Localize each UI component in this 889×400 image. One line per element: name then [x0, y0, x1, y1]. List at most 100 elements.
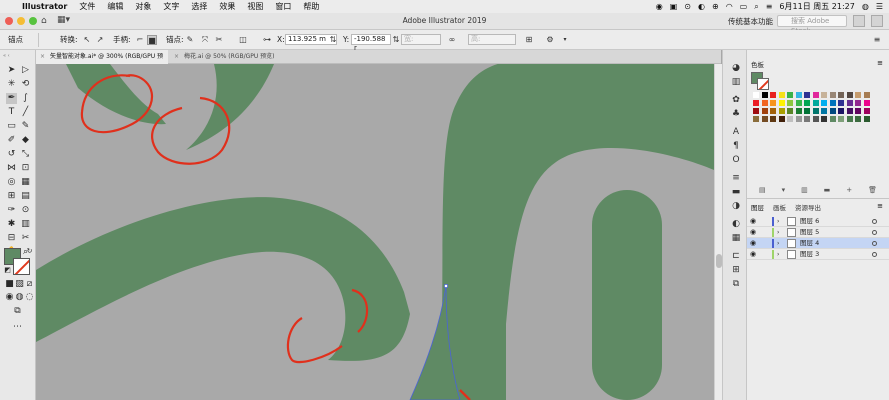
arrange-icon[interactable]: [853, 15, 865, 27]
layer-row[interactable]: ◉ › 图层 3: [747, 249, 889, 260]
opentype-panel-icon[interactable]: O: [730, 154, 742, 166]
slice-tool-icon[interactable]: ✂: [20, 233, 31, 244]
character-panel-icon[interactable]: A: [730, 126, 742, 138]
search-menu-icon[interactable]: ⌕: [754, 2, 758, 12]
status-icon-3[interactable]: ⊙: [684, 2, 691, 11]
transparency-panel-icon[interactable]: ◑: [730, 200, 742, 212]
color-swatch[interactable]: [863, 100, 870, 106]
hide-handles-icon[interactable]: ■: [147, 35, 157, 45]
screen-mode-icon[interactable]: ⧉: [12, 306, 23, 317]
color-swatch[interactable]: [787, 100, 793, 106]
link-icon[interactable]: ∞: [447, 35, 457, 45]
color-swatch[interactable]: [770, 92, 776, 98]
stroke-swatch[interactable]: [13, 258, 30, 275]
pathfinder-panel-icon[interactable]: ⧉: [730, 278, 742, 290]
shape-builder-tool-icon[interactable]: ◎: [6, 177, 17, 188]
column-graph-tool-icon[interactable]: ▥: [20, 219, 31, 230]
color-swatch[interactable]: [846, 100, 853, 106]
perspective-grid-tool-icon[interactable]: ▦: [20, 177, 31, 188]
color-swatch[interactable]: [821, 100, 827, 106]
menu-object[interactable]: 对象: [129, 0, 157, 13]
align-icon[interactable]: ⚙: [545, 35, 555, 45]
status-icon-2[interactable]: ▣: [670, 2, 678, 11]
layer-name[interactable]: 图层 5: [800, 227, 819, 238]
symbols-panel-icon[interactable]: ♣: [730, 108, 742, 120]
color-swatch[interactable]: [761, 92, 768, 98]
color-swatch[interactable]: [812, 108, 819, 114]
gradient-tool-icon[interactable]: ▤: [20, 191, 31, 202]
vertical-scrollbar[interactable]: [714, 64, 722, 400]
color-swatch[interactable]: [829, 116, 836, 122]
color-swatch[interactable]: [795, 108, 802, 114]
menu-select[interactable]: 选择: [185, 0, 213, 13]
visibility-eye-icon[interactable]: ◉: [750, 238, 756, 249]
color-swatch[interactable]: [829, 100, 836, 106]
draw-inside-icon[interactable]: ◌: [24, 292, 35, 303]
color-swatch[interactable]: [812, 100, 819, 106]
direct-selection-tool-icon[interactable]: ▷: [20, 65, 31, 76]
swatch-libraries-icon[interactable]: ▤: [759, 186, 766, 196]
show-handles-icon[interactable]: ⌐: [135, 35, 145, 45]
menu-file[interactable]: 文件: [73, 0, 101, 13]
color-swatch[interactable]: [821, 92, 827, 98]
color-guide-icon[interactable]: ▥: [730, 76, 742, 88]
expand-arrow-icon[interactable]: ›: [777, 249, 779, 260]
status-icon-1[interactable]: ◉: [656, 2, 663, 11]
appearance-panel-icon[interactable]: ◐: [730, 218, 742, 230]
workspace-switcher[interactable]: 传统基本功能: [728, 16, 773, 27]
lasso-tool-icon[interactable]: ⟲: [20, 79, 31, 90]
color-swatch[interactable]: [829, 108, 836, 114]
layer-name[interactable]: 图层 4: [800, 238, 819, 249]
notification-icon[interactable]: ☰: [876, 2, 883, 11]
tab-layers[interactable]: 图层: [751, 202, 764, 212]
color-swatch[interactable]: [795, 100, 802, 106]
type-tool-icon[interactable]: T: [6, 107, 17, 118]
edit-toolbar-icon[interactable]: ⋯: [12, 322, 23, 333]
cut-path-icon[interactable]: ✂: [214, 35, 224, 45]
mesh-tool-icon[interactable]: ⊞: [6, 191, 17, 202]
new-color-group-icon[interactable]: ▬: [824, 186, 831, 196]
color-swatch[interactable]: [753, 100, 759, 106]
menu-view[interactable]: 视图: [241, 0, 269, 13]
paintbrush-tool-icon[interactable]: ✎: [20, 121, 31, 132]
y-stepper-icon[interactable]: ⇅: [391, 35, 401, 45]
stock-search-input[interactable]: 搜索 Adobe Stock: [777, 15, 847, 35]
color-swatch[interactable]: [753, 108, 759, 114]
status-icon-5[interactable]: ⊕: [712, 2, 719, 11]
color-swatch[interactable]: [804, 108, 810, 114]
eyedropper-tool-icon[interactable]: ✑: [6, 205, 17, 216]
free-transform-tool-icon[interactable]: ⊡: [20, 163, 31, 174]
color-swatch[interactable]: [855, 100, 861, 106]
selection-tool-icon[interactable]: ➤: [6, 65, 17, 76]
pen-tool-icon[interactable]: ✒: [6, 93, 17, 104]
y-input[interactable]: -190.588 r: [351, 34, 391, 52]
color-swatch[interactable]: [838, 100, 844, 106]
new-swatch-icon[interactable]: +: [846, 186, 852, 196]
color-swatch[interactable]: [821, 108, 827, 114]
x-stepper-icon[interactable]: ⇅: [328, 35, 338, 45]
graphic-styles-icon[interactable]: ▦: [730, 232, 742, 244]
color-swatch[interactable]: [770, 100, 776, 106]
blend-tool-icon[interactable]: ⊙: [20, 205, 31, 216]
magic-wand-tool-icon[interactable]: ✳: [6, 79, 17, 90]
color-swatch[interactable]: [846, 92, 853, 98]
color-swatch[interactable]: [812, 92, 819, 98]
swap-fill-stroke-icon[interactable]: ↻: [24, 246, 35, 257]
layer-name[interactable]: 图层 6: [800, 216, 819, 227]
symbol-sprayer-tool-icon[interactable]: ✱: [6, 219, 17, 230]
color-swatch[interactable]: [863, 116, 870, 122]
color-swatch[interactable]: [804, 92, 810, 98]
delete-swatch-icon[interactable]: 🗑: [868, 186, 877, 196]
visibility-eye-icon[interactable]: ◉: [750, 249, 756, 260]
tab-plum-blossom[interactable]: × 梅花.ai @ 50% (RGB/GPU 预览): [170, 50, 294, 64]
color-swatch[interactable]: [838, 116, 844, 122]
transform-panel-icon[interactable]: ⊞: [730, 264, 742, 276]
line-tool-icon[interactable]: ╱: [20, 107, 31, 118]
color-swatch[interactable]: [812, 116, 819, 122]
convert-corner-icon[interactable]: ↖: [82, 35, 92, 45]
color-swatch[interactable]: [761, 108, 768, 114]
height-input[interactable]: 高:: [468, 34, 516, 45]
panel-menu-icon[interactable]: ≡: [877, 59, 883, 67]
target-circle-icon[interactable]: [872, 252, 877, 257]
expand-arrow-icon[interactable]: ›: [777, 227, 779, 238]
